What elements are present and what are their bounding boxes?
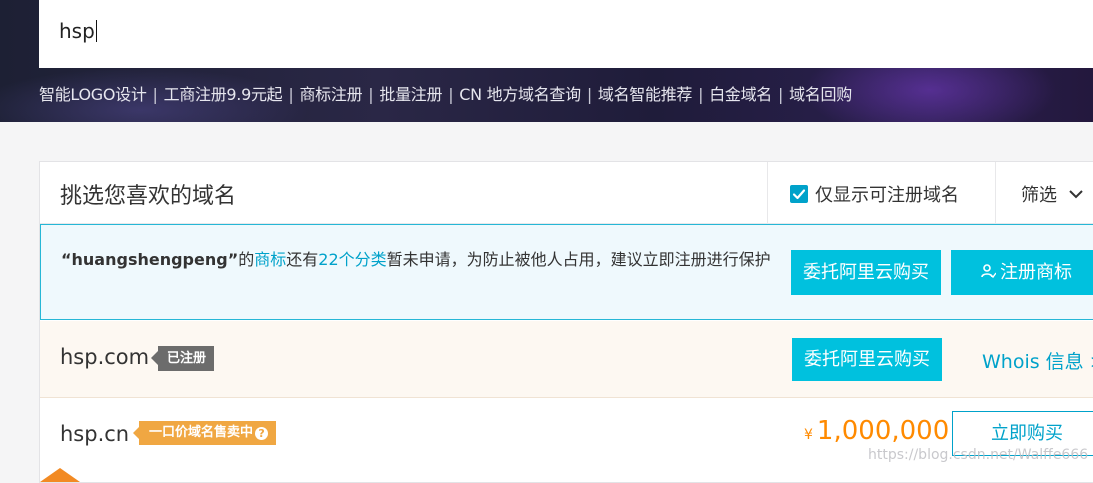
chevron-down-icon — [1069, 183, 1083, 204]
search-hero: hsp 智能LOGO设计 | 工商注册9.9元起 | 商标注册 | 批量注册 | CN 地方域名… — [0, 0, 1093, 122]
separator: | — [698, 85, 704, 104]
notice-text-part: 暂未申请，为防止被他人占用，建议立即注册进行保护 — [386, 250, 771, 269]
notice-text-part: 的 — [238, 250, 255, 269]
watermark: https://blog.csdn.net/Walffe666 — [868, 447, 1089, 463]
divider — [995, 162, 996, 223]
quicklink-business-registration[interactable]: 工商注册9.9元起 — [164, 85, 283, 104]
available-only-label[interactable]: 仅显示可注册域名 — [815, 181, 959, 207]
domain-search-input[interactable]: hsp — [39, 0, 1093, 68]
trademark-link[interactable]: 商标 — [254, 250, 286, 269]
quicklink-trademark-registration[interactable]: 商标注册 — [299, 85, 362, 104]
domain-name: hsp.com — [60, 345, 150, 369]
separator: | — [586, 85, 592, 104]
entrust-aliyun-purchase-button[interactable]: 委托阿里云购买 — [792, 338, 942, 381]
currency-symbol: ¥ — [804, 427, 813, 443]
register-trademark-label: 注册商标 — [1000, 262, 1072, 283]
entrust-aliyun-purchase-button[interactable]: 委托阿里云购买 — [791, 250, 941, 295]
domain-results-card: 挑选您喜欢的域名 仅显示可注册域名 筛选 “huangshengpeng”的商标… — [39, 161, 1093, 483]
quicklink-platinum-domains[interactable]: 白金域名 — [709, 85, 772, 104]
filter-dropdown[interactable]: 筛选 — [1021, 181, 1083, 207]
separator: | — [288, 85, 294, 104]
price-amount: 1,000,000 — [816, 416, 950, 446]
filter-label: 筛选 — [1021, 185, 1057, 206]
notice-text-part: 还有 — [286, 250, 319, 269]
trademark-name: “huangshengpeng” — [61, 250, 239, 269]
results-header: 挑选您喜欢的域名 仅显示可注册域名 筛选 — [40, 162, 1093, 224]
available-only-checkbox[interactable] — [790, 185, 808, 203]
page-title: 挑选您喜欢的域名 — [60, 184, 237, 209]
domain-result-row: hsp.cn 一口价域名售卖中? ¥1,000,000 立即购买 — [40, 398, 1093, 482]
trademark-notice-text: “huangshengpeng”的商标还有22个分类暂未申请，为防止被他人占用，… — [61, 245, 791, 274]
sale-badge-label: 一口价域名售卖中 — [149, 425, 254, 440]
text-caret — [95, 20, 97, 42]
separator: | — [778, 85, 784, 104]
trademark-notice: “huangshengpeng”的商标还有22个分类暂未申请，为防止被他人占用，… — [40, 224, 1093, 320]
user-register-icon — [980, 251, 997, 296]
register-trademark-button[interactable]: 注册商标 — [951, 250, 1093, 295]
whois-info-link[interactable]: Whois 信息 > — [982, 347, 1093, 374]
checkmark-icon — [792, 189, 806, 200]
separator: | — [368, 85, 374, 104]
quicklink-domain-buyback[interactable]: 域名回购 — [789, 85, 852, 104]
separator: | — [448, 85, 454, 104]
separator: | — [152, 85, 158, 104]
quicklink-smart-domain-recommend[interactable]: 域名智能推荐 — [598, 85, 693, 104]
help-question-icon[interactable]: ? — [255, 427, 269, 440]
divider — [767, 162, 768, 223]
search-input-text[interactable]: hsp — [59, 19, 97, 43]
corner-ribbon — [40, 468, 80, 482]
quicklink-cn-local-domain-search[interactable]: CN 地方域名查询 — [459, 85, 581, 104]
quicklink-logo-design[interactable]: 智能LOGO设计 — [39, 85, 147, 104]
domain-result-row: hsp.com 已注册 委托阿里云购买 Whois 信息 > — [40, 321, 1093, 398]
domain-price: ¥1,000,000 — [804, 416, 949, 446]
quicklink-bulk-registration[interactable]: 批量注册 — [379, 85, 442, 104]
domain-name: hsp.cn — [60, 422, 130, 446]
registered-badge: 已注册 — [150, 346, 215, 371]
fixed-price-sale-badge: 一口价域名售卖中? — [132, 421, 277, 445]
categories-link[interactable]: 22个分类 — [318, 250, 386, 269]
quick-links-bar: 智能LOGO设计 | 工商注册9.9元起 | 商标注册 | 批量注册 | CN 地方域名查询 | 域… — [39, 81, 852, 105]
